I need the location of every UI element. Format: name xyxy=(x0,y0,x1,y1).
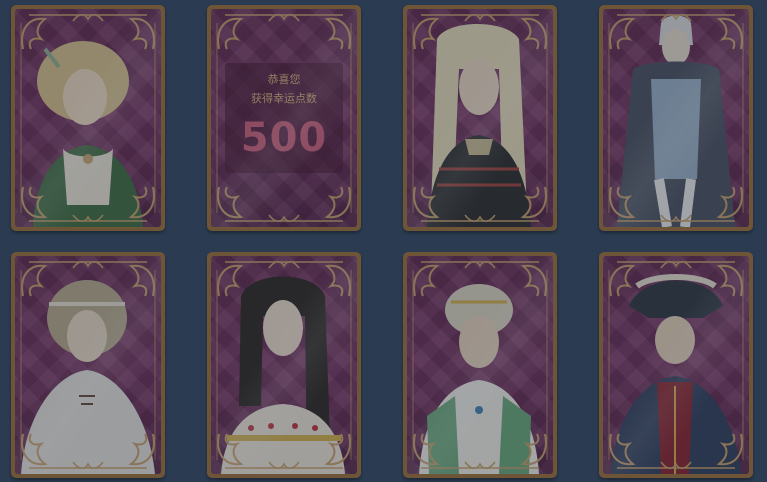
card-face xyxy=(603,9,749,227)
reward-amount: 500 xyxy=(240,115,328,161)
card-3[interactable] xyxy=(403,5,557,231)
card-8[interactable] xyxy=(599,252,753,478)
card-7[interactable] xyxy=(403,252,557,478)
ornament-frame xyxy=(20,260,156,470)
ornament-frame xyxy=(20,13,156,223)
card-face xyxy=(211,256,357,474)
reward-description-text: 获得幸运点数 xyxy=(251,92,317,105)
card-1[interactable] xyxy=(11,5,165,231)
reward-panel: 恭喜您 获得幸运点数 500 xyxy=(225,63,343,173)
ornament-frame xyxy=(412,13,548,223)
card-face: 恭喜您 获得幸运点数 500 xyxy=(211,9,357,227)
card-face xyxy=(407,9,553,227)
ornament-frame xyxy=(216,260,352,470)
card-2-reward[interactable]: 恭喜您 获得幸运点数 500 xyxy=(207,5,361,231)
card-face xyxy=(603,256,749,474)
reward-congrats-text: 恭喜您 xyxy=(267,73,301,86)
card-4[interactable] xyxy=(599,5,753,231)
card-face xyxy=(15,9,161,227)
ornament-frame xyxy=(412,260,548,470)
ornament-frame xyxy=(608,260,744,470)
card-5[interactable] xyxy=(11,252,165,478)
card-face xyxy=(407,256,553,474)
card-6[interactable] xyxy=(207,252,361,478)
ornament-frame xyxy=(608,13,744,223)
card-face xyxy=(15,256,161,474)
